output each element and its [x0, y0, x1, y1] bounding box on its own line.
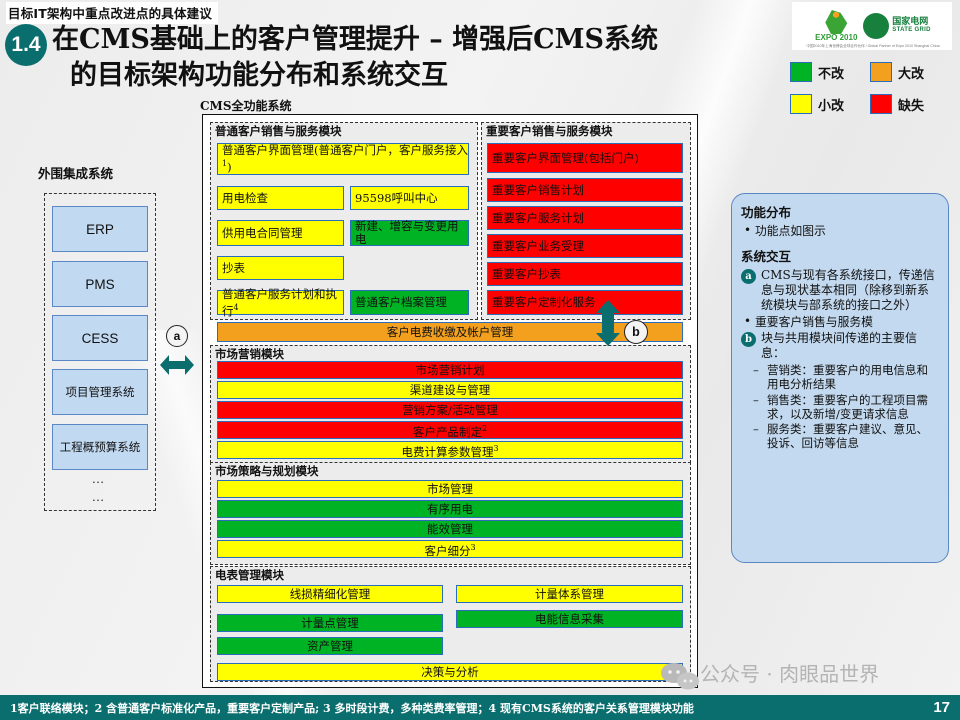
info-heading-function-distribution: 功能分布 — [741, 205, 792, 220]
cell-channel-construction[interactable]: 渠道建设与管理 — [217, 381, 683, 399]
cell-energy-data-acquisition[interactable]: 电能信息采集 — [456, 610, 683, 628]
marker-b-badge: b — [624, 320, 648, 344]
state-grid-logo-icon: 国家电网 STATE GRID — [863, 13, 930, 39]
legend-label-2: 小改 — [818, 98, 845, 114]
page-title: 在CMS基础上的客户管理提升 – 增强后CMS系统 的目标架构功能分布和系统交互 — [52, 22, 792, 94]
footer-bar: 1客户联络模块；2 含普通客户标准化产品，重要客户定制产品; 3 多时段计费，多… — [0, 695, 960, 720]
legend-swatch-0 — [790, 62, 812, 82]
module-meter-title: 电表管理模块 — [215, 568, 284, 582]
info-dash-marketing: 营销类：重要客户的用电信息和用电分析结果 — [741, 363, 939, 392]
state-grid-mark-icon — [863, 13, 890, 39]
cell-95598-call-center[interactable]: 95598呼叫中心 — [350, 186, 469, 210]
slide-kicker: 目标IT架构中重点改进点的具体建议 — [6, 2, 219, 24]
state-grid-text: 国家电网 STATE GRID — [892, 17, 930, 35]
logo-subcaption: 中国2010年上海世博会全球合作伙伴 / Global Partner of E… — [806, 44, 940, 48]
info-dash-service: 服务类：重要客户建议、意见、投诉、回访等信息 — [741, 422, 939, 451]
cell-key-service-plan[interactable]: 重要客户服务计划 — [487, 206, 683, 230]
external-system-ellipsis-1: … — [91, 471, 107, 486]
cell-metering-point-mgmt[interactable]: 计量点管理 — [217, 614, 443, 632]
external-system-pms[interactable]: PMS — [52, 261, 148, 307]
bidirectional-arrow-icon-a — [160, 355, 194, 375]
expo-logo-icon: EXPO 2010 — [813, 5, 859, 47]
cell-tariff-param-mgmt[interactable]: 电费计算参数管理3 — [217, 441, 683, 459]
cell-metrology-system-mgmt[interactable]: 计量体系管理 — [456, 585, 683, 603]
cell-power-inspection[interactable]: 用电检查 — [217, 186, 344, 210]
cell-market-mgmt[interactable]: 市场管理 — [217, 480, 683, 498]
info-bullet-function-points: 功能点如图示 — [741, 223, 939, 239]
state-grid-en: STATE GRID — [892, 27, 931, 33]
cell-key-business-handling[interactable]: 重要客户业务受理 — [487, 234, 683, 258]
footer-page-number: 17 — [933, 699, 950, 716]
bar-decision-analysis[interactable]: 决策与分析 — [217, 663, 683, 681]
cell-new-capacity-change[interactable]: 新建、增容与变更用电 — [350, 220, 469, 246]
legend-label-1: 大改 — [898, 66, 925, 82]
external-systems-title: 外围集成系统 — [38, 166, 114, 181]
module-key-customer-title: 重要客户销售与服务模块 — [486, 124, 613, 138]
info-item-b: b 块与共用模块间传递的主要信息： — [741, 331, 939, 361]
info-item-a-text: CMS与现有各系统接口，传递信息与现状基本相同（除移到新系统模块与部系统的接口之… — [761, 267, 935, 312]
cell-normal-archive-mgmt[interactable]: 普通客户档案管理 — [350, 290, 469, 315]
footer-footnote: 1客户联络模块；2 含普通客户标准化产品，重要客户定制产品; 3 多时段计费，多… — [10, 701, 694, 715]
cell-normal-service-plan[interactable]: 普通客户服务计划和执行4 — [217, 287, 344, 317]
legend-swatch-1 — [870, 62, 892, 82]
legend-label-0: 不改 — [818, 66, 845, 82]
cell-normal-ui-mgmt[interactable]: 普通客户界面管理(普通客户门户，客户服务接入1) — [217, 143, 469, 175]
info-item-b-text: 块与共用模块间传递的主要信息： — [761, 331, 918, 360]
cell-orderly-power-use[interactable]: 有序用电 — [217, 500, 683, 518]
cell-key-sales-plan[interactable]: 重要客户销售计划 — [487, 178, 683, 202]
cell-energy-efficiency-mgmt[interactable]: 能效管理 — [217, 520, 683, 538]
info-item-a: a CMS与现有各系统接口，传递信息与现状基本相同（除移到新系统模块与部系统的接… — [741, 268, 939, 313]
bidirectional-arrow-icon-b — [596, 300, 620, 346]
marker-a-badge: a — [166, 325, 188, 347]
info-marker-a-icon: a — [741, 268, 756, 284]
state-grid-cn: 国家电网 — [892, 16, 929, 26]
legend-swatch-2 — [790, 94, 812, 114]
info-panel: 功能分布 功能点如图示 系统交互 a CMS与现有各系统接口，传递信息与现状基本… — [731, 193, 949, 563]
cell-asset-mgmt[interactable]: 资产管理 — [217, 637, 443, 655]
section-number-badge: 1.4 — [5, 24, 47, 66]
external-system-ellipsis-2: … — [91, 489, 107, 504]
page-title-line2: 的目标架构功能分布和系统交互 — [70, 60, 448, 91]
watermark-text: 公众号 · 肉眼品世界 — [700, 662, 880, 686]
info-heading-system-interaction: 系统交互 — [741, 248, 792, 264]
module-strategy-title: 市场策略与规划模块 — [215, 464, 319, 478]
info-bullet-key-customer-module: 重要客户销售与服务模 — [741, 314, 939, 330]
module-marketing-title: 市场营销模块 — [215, 347, 284, 361]
cell-supply-contract-mgmt[interactable]: 供用电合同管理 — [217, 220, 344, 246]
legend-label-3: 缺失 — [898, 98, 925, 114]
cell-customer-product-design[interactable]: 客户产品制定2 — [217, 421, 683, 439]
external-system-budget[interactable]: 工程概预算系统 — [52, 424, 148, 470]
watermark-chat-icon — [661, 663, 699, 690]
logo-group: EXPO 2010 国家电网 STATE GRID — [792, 2, 952, 50]
external-system-cess[interactable]: CESS — [52, 315, 148, 361]
cell-campaign-mgmt[interactable]: 营销方案/活动管理 — [217, 401, 683, 419]
page-title-line1: 在CMS基础上的客户管理提升 – 增强后CMS系统 — [52, 24, 659, 55]
info-marker-b-icon: b — [741, 332, 756, 347]
cell-line-loss-mgmt[interactable]: 线损精细化管理 — [217, 585, 443, 603]
cell-key-ui-mgmt[interactable]: 重要客户界面管理(包括门户) — [487, 143, 683, 173]
cell-marketing-plan[interactable]: 市场营销计划 — [217, 361, 683, 379]
external-system-erp[interactable]: ERP — [52, 206, 148, 252]
legend: 不改 大改 小改 缺失 — [790, 62, 950, 114]
cell-customer-segmentation[interactable]: 客户细分3 — [217, 540, 683, 558]
info-dash-sales: 销售类：重要客户的工程项目需求，以及新增/变更请求信息 — [741, 393, 939, 422]
cell-meter-reading[interactable]: 抄表 — [217, 256, 344, 280]
module-normal-customer-title: 普通客户销售与服务模块 — [215, 124, 342, 138]
legend-swatch-3 — [870, 94, 892, 114]
expo-logo-text: EXPO 2010 — [815, 33, 858, 42]
slide-canvas: 目标IT架构中重点改进点的具体建议 1.4 在CMS基础上的客户管理提升 – 增… — [0, 0, 960, 720]
cms-container-label: CMS全功能系统 — [200, 99, 292, 113]
cell-key-custom-service[interactable]: 重要客户定制化服务 — [487, 290, 683, 315]
external-system-project-mgmt[interactable]: 项目管理系统 — [52, 369, 148, 415]
cell-key-meter-reading[interactable]: 重要客户抄表 — [487, 262, 683, 286]
